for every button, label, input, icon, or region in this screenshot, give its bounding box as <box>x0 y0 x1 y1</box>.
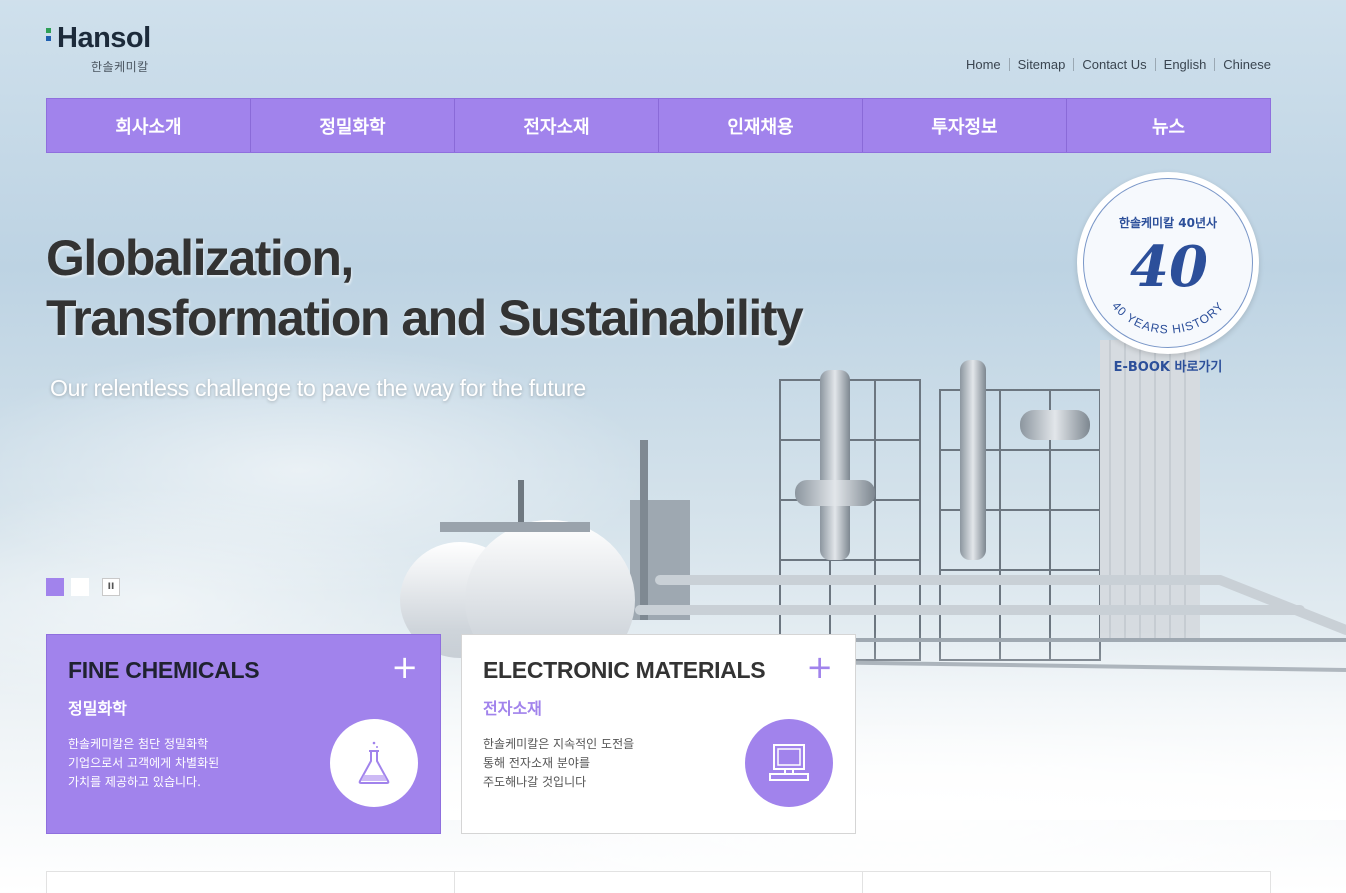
card-title: ELECTRONIC MATERIALS <box>483 657 766 683</box>
svg-text:40 YEARS HISTORY: 40 YEARS HISTORY <box>1109 299 1227 337</box>
logo-mark-icon <box>46 28 51 49</box>
computer-icon <box>745 719 833 807</box>
nav-item-ir[interactable]: 투자정보 <box>862 99 1066 152</box>
badge-arc-label: 40 YEARS HISTORY <box>1109 299 1226 337</box>
card-desc-line: 주도해나갈 것입니다 <box>483 775 587 789</box>
hero-title-line2: Transformation and Sustainability <box>46 290 804 346</box>
nav-item-electronic-materials[interactable]: 전자소재 <box>454 99 658 152</box>
nav-item-recruit[interactable]: 인재채용 <box>658 99 862 152</box>
card-subtitle: 정밀화학 <box>68 699 127 718</box>
pause-icon[interactable]: II <box>102 578 120 596</box>
fine-chemicals-card[interactable]: FINE CHEMICALS + 정밀화학 한솔케미칼은 첨단 정밀화학 기업으… <box>46 634 441 834</box>
plus-icon[interactable]: + <box>806 651 833 683</box>
util-link-sitemap[interactable]: Sitemap <box>1008 58 1074 71</box>
card-desc-line: 한솔케미칼은 지속적인 도전을 <box>483 737 635 751</box>
hero-title: Globalization, Transformation and Sustai… <box>46 228 804 348</box>
card-desc-line: 통해 전자소재 분야를 <box>483 756 590 770</box>
util-link-contact[interactable]: Contact Us <box>1073 58 1154 71</box>
bottom-panel <box>454 872 862 893</box>
nav-item-fine-chemicals[interactable]: 정밀화학 <box>250 99 454 152</box>
slide-indicator-2[interactable] <box>71 578 89 596</box>
electronic-materials-card[interactable]: ELECTRONIC MATERIALS + 전자소재 한솔케미칼은 지속적인 … <box>461 634 856 834</box>
card-subtitle: 전자소재 <box>483 699 542 718</box>
logo-name: Hansol <box>57 22 151 54</box>
utility-nav: Home Sitemap Contact Us English Chinese <box>958 58 1271 71</box>
nav-item-news[interactable]: 뉴스 <box>1066 99 1270 152</box>
card-desc-line: 기업으로서 고객에게 차별화된 <box>68 756 220 770</box>
flask-icon <box>330 719 418 807</box>
bottom-panels <box>46 871 1271 893</box>
bottom-panel <box>47 872 454 893</box>
logo-subtitle: 한솔케미칼 <box>91 60 149 74</box>
slide-indicator-1[interactable] <box>46 578 64 596</box>
util-link-chinese[interactable]: Chinese <box>1214 58 1271 71</box>
plus-icon[interactable]: + <box>391 651 418 683</box>
hero-title-line1: Globalization, <box>46 230 354 286</box>
main-nav: 회사소개 정밀화학 전자소재 인재채용 투자정보 뉴스 <box>46 98 1271 153</box>
card-desc-line: 한솔케미칼은 첨단 정밀화학 <box>68 737 209 751</box>
card-title: FINE CHEMICALS <box>68 657 260 683</box>
card-description: 한솔케미칼은 지속적인 도전을 통해 전자소재 분야를 주도해나갈 것입니다 <box>483 735 723 792</box>
nav-item-company[interactable]: 회사소개 <box>47 99 250 152</box>
card-description: 한솔케미칼은 첨단 정밀화학 기업으로서 고객에게 차별화된 가치를 제공하고 … <box>68 735 308 792</box>
util-link-english[interactable]: English <box>1154 58 1215 71</box>
ebook-link[interactable]: E-BOOK 바로가기 <box>1098 356 1238 375</box>
history-badge[interactable]: 한솔케미칼 40년사 40 40 YEARS HISTORY <box>1077 172 1259 354</box>
hero-subtitle: Our relentless challenge to pave the way… <box>50 375 586 401</box>
util-link-home[interactable]: Home <box>958 58 1009 71</box>
card-desc-line: 가치를 제공하고 있습니다. <box>68 775 201 789</box>
badge-arc-text: 40 YEARS HISTORY <box>1109 299 1227 337</box>
bottom-panel <box>862 872 1270 893</box>
